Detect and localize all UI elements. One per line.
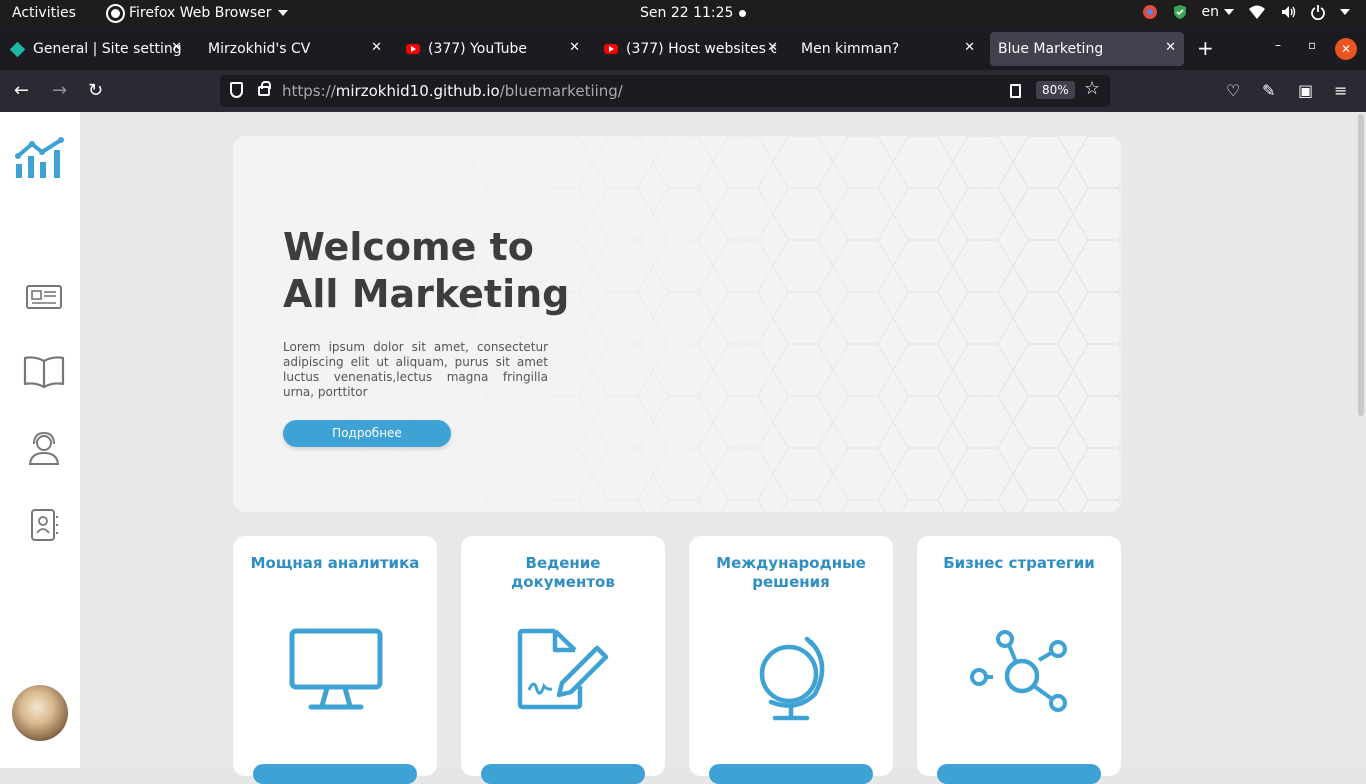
- card-button[interactable]: [709, 764, 873, 784]
- reload-icon[interactable]: ↻: [88, 80, 103, 101]
- clock[interactable]: Sen 22 11:25: [640, 5, 733, 21]
- youtube-icon: [604, 44, 618, 54]
- bookmark-star-icon[interactable]: ☆: [1084, 78, 1100, 99]
- card-button[interactable]: [481, 764, 645, 784]
- netlify-icon: [9, 41, 26, 57]
- tab-youtube[interactable]: (377) YouTube ✕: [398, 32, 588, 66]
- web-page: Welcome to All Marketing Lorem ipsum dolo…: [0, 112, 1366, 784]
- tab-label: Blue Marketing: [998, 41, 1104, 57]
- tab-label: Men kimman?: [801, 41, 900, 57]
- notification-dot: [739, 10, 746, 17]
- chevron-down-icon: [1224, 9, 1234, 15]
- chrome-remote-icon[interactable]: [1142, 4, 1158, 20]
- contacts-book-icon[interactable]: [30, 508, 60, 542]
- hero-description: Lorem ipsum dolor sit amet, consectetur …: [283, 340, 548, 399]
- tab-label: General | Site settings: [33, 41, 182, 57]
- more-button[interactable]: Подробнее: [283, 420, 451, 447]
- activities-button[interactable]: Activities: [12, 5, 76, 21]
- system-tray[interactable]: en: [1142, 4, 1350, 20]
- tab-label: Mirzokhid's CV: [208, 41, 311, 57]
- power-icon[interactable]: [1310, 4, 1326, 20]
- app-menu-label: Firefox Web Browser: [129, 5, 272, 21]
- support-agent-icon[interactable]: [28, 430, 60, 466]
- hero-title: Welcome to All Marketing: [283, 224, 583, 318]
- extension-icon[interactable]: ▣: [1298, 81, 1313, 100]
- app-menu[interactable]: Firefox Web Browser: [108, 5, 288, 21]
- new-tab-button[interactable]: +: [1197, 36, 1214, 60]
- chevron-down-icon: [277, 10, 288, 16]
- feature-card-strategy[interactable]: Бизнес стратегии: [917, 536, 1121, 784]
- card-button[interactable]: [253, 764, 417, 784]
- feature-card-analytics[interactable]: Мощная аналитика: [233, 536, 437, 784]
- reader-view-icon[interactable]: [1010, 84, 1021, 98]
- tab-host-websites[interactable]: (377) Host websites c ✕: [596, 32, 786, 66]
- maximize-button[interactable]: ▫: [1308, 38, 1316, 52]
- tab-label: (377) YouTube: [428, 41, 528, 57]
- analytics-logo-icon[interactable]: [15, 136, 65, 178]
- page-scrollbar[interactable]: [1358, 114, 1364, 416]
- network-icon: [970, 630, 1067, 712]
- color-picker-icon[interactable]: ✎: [1262, 81, 1275, 100]
- close-icon[interactable]: ✕: [569, 40, 580, 55]
- keyboard-layout-label: en: [1201, 4, 1220, 20]
- close-icon[interactable]: ✕: [964, 40, 975, 55]
- url-text[interactable]: https://mirzokhid10.github.io/bluemarket…: [282, 82, 623, 100]
- navigation-bar: ← → ↻ https://mirzokhid10.github.io/blue…: [0, 70, 1366, 112]
- close-icon[interactable]: ✕: [1165, 40, 1176, 55]
- hamburger-menu-icon[interactable]: ≡: [1334, 81, 1347, 100]
- card-title: Ведение документов: [511, 554, 615, 591]
- firefox-icon: [108, 5, 123, 21]
- tab-site-settings[interactable]: General | Site settings ✕: [4, 32, 190, 66]
- document-sign-icon: [517, 628, 609, 710]
- url-host: mirzokhid10.github.io: [335, 82, 500, 100]
- url-prefix: https://: [282, 82, 336, 100]
- hero-banner: Welcome to All Marketing Lorem ipsum dolo…: [233, 136, 1121, 512]
- os-top-bar: Activities Firefox Web Browser Sen 22 11…: [0, 0, 1366, 28]
- hexagon-pattern: [233, 136, 1121, 512]
- pocket-icon[interactable]: ♡: [1226, 81, 1240, 100]
- close-icon[interactable]: ✕: [767, 40, 778, 55]
- card-title: Бизнес стратегии: [943, 554, 1095, 572]
- keyboard-layout[interactable]: en: [1201, 4, 1234, 20]
- monitor-icon: [289, 628, 383, 710]
- zoom-level[interactable]: 80%: [1036, 81, 1075, 99]
- card-title: Международные решения: [716, 554, 866, 591]
- wifi-icon[interactable]: [1248, 4, 1266, 20]
- shield-check-icon[interactable]: [1172, 4, 1188, 20]
- close-icon[interactable]: ✕: [371, 40, 382, 55]
- minimize-button[interactable]: –: [1275, 38, 1281, 52]
- feature-card-international[interactable]: Международные решения: [689, 536, 893, 784]
- globe-icon: [759, 636, 825, 721]
- card-title: Мощная аналитика: [250, 554, 420, 572]
- forward-arrow-icon[interactable]: →: [52, 80, 67, 101]
- close-icon[interactable]: ✕: [171, 40, 182, 55]
- newspaper-icon[interactable]: [25, 284, 63, 310]
- hero-title-line1: Welcome to: [283, 225, 534, 269]
- volume-icon[interactable]: [1280, 4, 1296, 20]
- book-icon[interactable]: [23, 355, 65, 389]
- tracking-protection-icon[interactable]: [230, 82, 243, 98]
- back-arrow-icon[interactable]: ←: [14, 80, 29, 101]
- chevron-down-icon[interactable]: [1340, 9, 1350, 15]
- tab-cv[interactable]: Mirzokhid's CV ✕: [200, 32, 390, 66]
- tab-label: (377) Host websites c: [626, 41, 776, 57]
- card-button[interactable]: [937, 764, 1101, 784]
- window-close-button[interactable]: ✕: [1335, 38, 1357, 60]
- tab-blue-marketing[interactable]: Blue Marketing ✕: [990, 32, 1184, 66]
- url-path: /bluemarketiing/: [499, 82, 623, 100]
- url-bar[interactable]: https://mirzokhid10.github.io/bluemarket…: [220, 75, 1110, 107]
- avatar[interactable]: [12, 685, 68, 741]
- tab-strip: General | Site settings ✕ Mirzokhid's CV…: [0, 28, 1366, 70]
- lock-icon[interactable]: [258, 81, 271, 96]
- tab-men-kimman[interactable]: Men kimman? ✕: [793, 32, 983, 66]
- sidebar: [0, 112, 80, 768]
- hero-title-line2: All Marketing: [283, 272, 570, 316]
- youtube-icon: [406, 44, 420, 54]
- feature-card-documents[interactable]: Ведение документов: [461, 536, 665, 784]
